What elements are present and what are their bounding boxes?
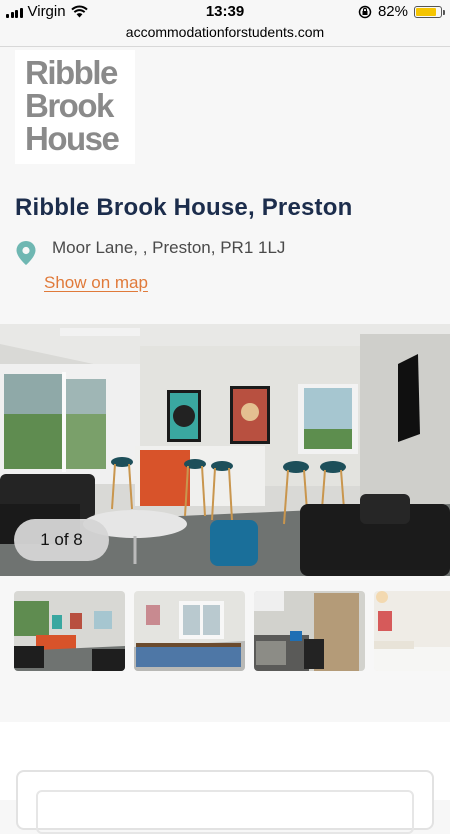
property-address: Moor Lane, , Preston, PR1 1LJ [52,238,286,257]
show-on-map-link[interactable]: Show on map [44,273,148,293]
status-bar: Virgin 13:39 82% [0,0,450,22]
battery-fill [416,7,436,16]
url-bar[interactable]: accommodationforstudents.com [0,22,450,47]
property-title: Ribble Brook House, Preston [15,194,353,221]
logo-line-1: Ribble [25,54,118,91]
thumbnail-pool-room [134,591,245,671]
url-text: accommodationforstudents.com [125,24,325,40]
location-pin-icon [16,241,36,265]
rotation-lock-icon [358,5,372,18]
thumbnail-study-bedroom [254,591,365,671]
logo-line-2: Brook [25,87,114,124]
gallery-thumbnail[interactable] [134,591,245,671]
thumbnail-common-room [14,591,125,671]
logo-line-3: House [25,120,120,157]
info-card [16,770,434,834]
thumbnail-bedroom [374,591,450,671]
gallery-thumbnail[interactable] [14,591,125,671]
status-right: 82% [358,3,445,20]
info-card-inner [36,790,414,834]
gallery-thumbnail[interactable] [374,591,450,671]
gallery-thumbnail[interactable] [254,591,365,671]
battery-percent: 82% [377,3,408,20]
gallery-counter: 1 of 8 [14,519,109,561]
property-logo: Ribble Brook House [15,50,135,164]
battery-icon [414,5,445,18]
